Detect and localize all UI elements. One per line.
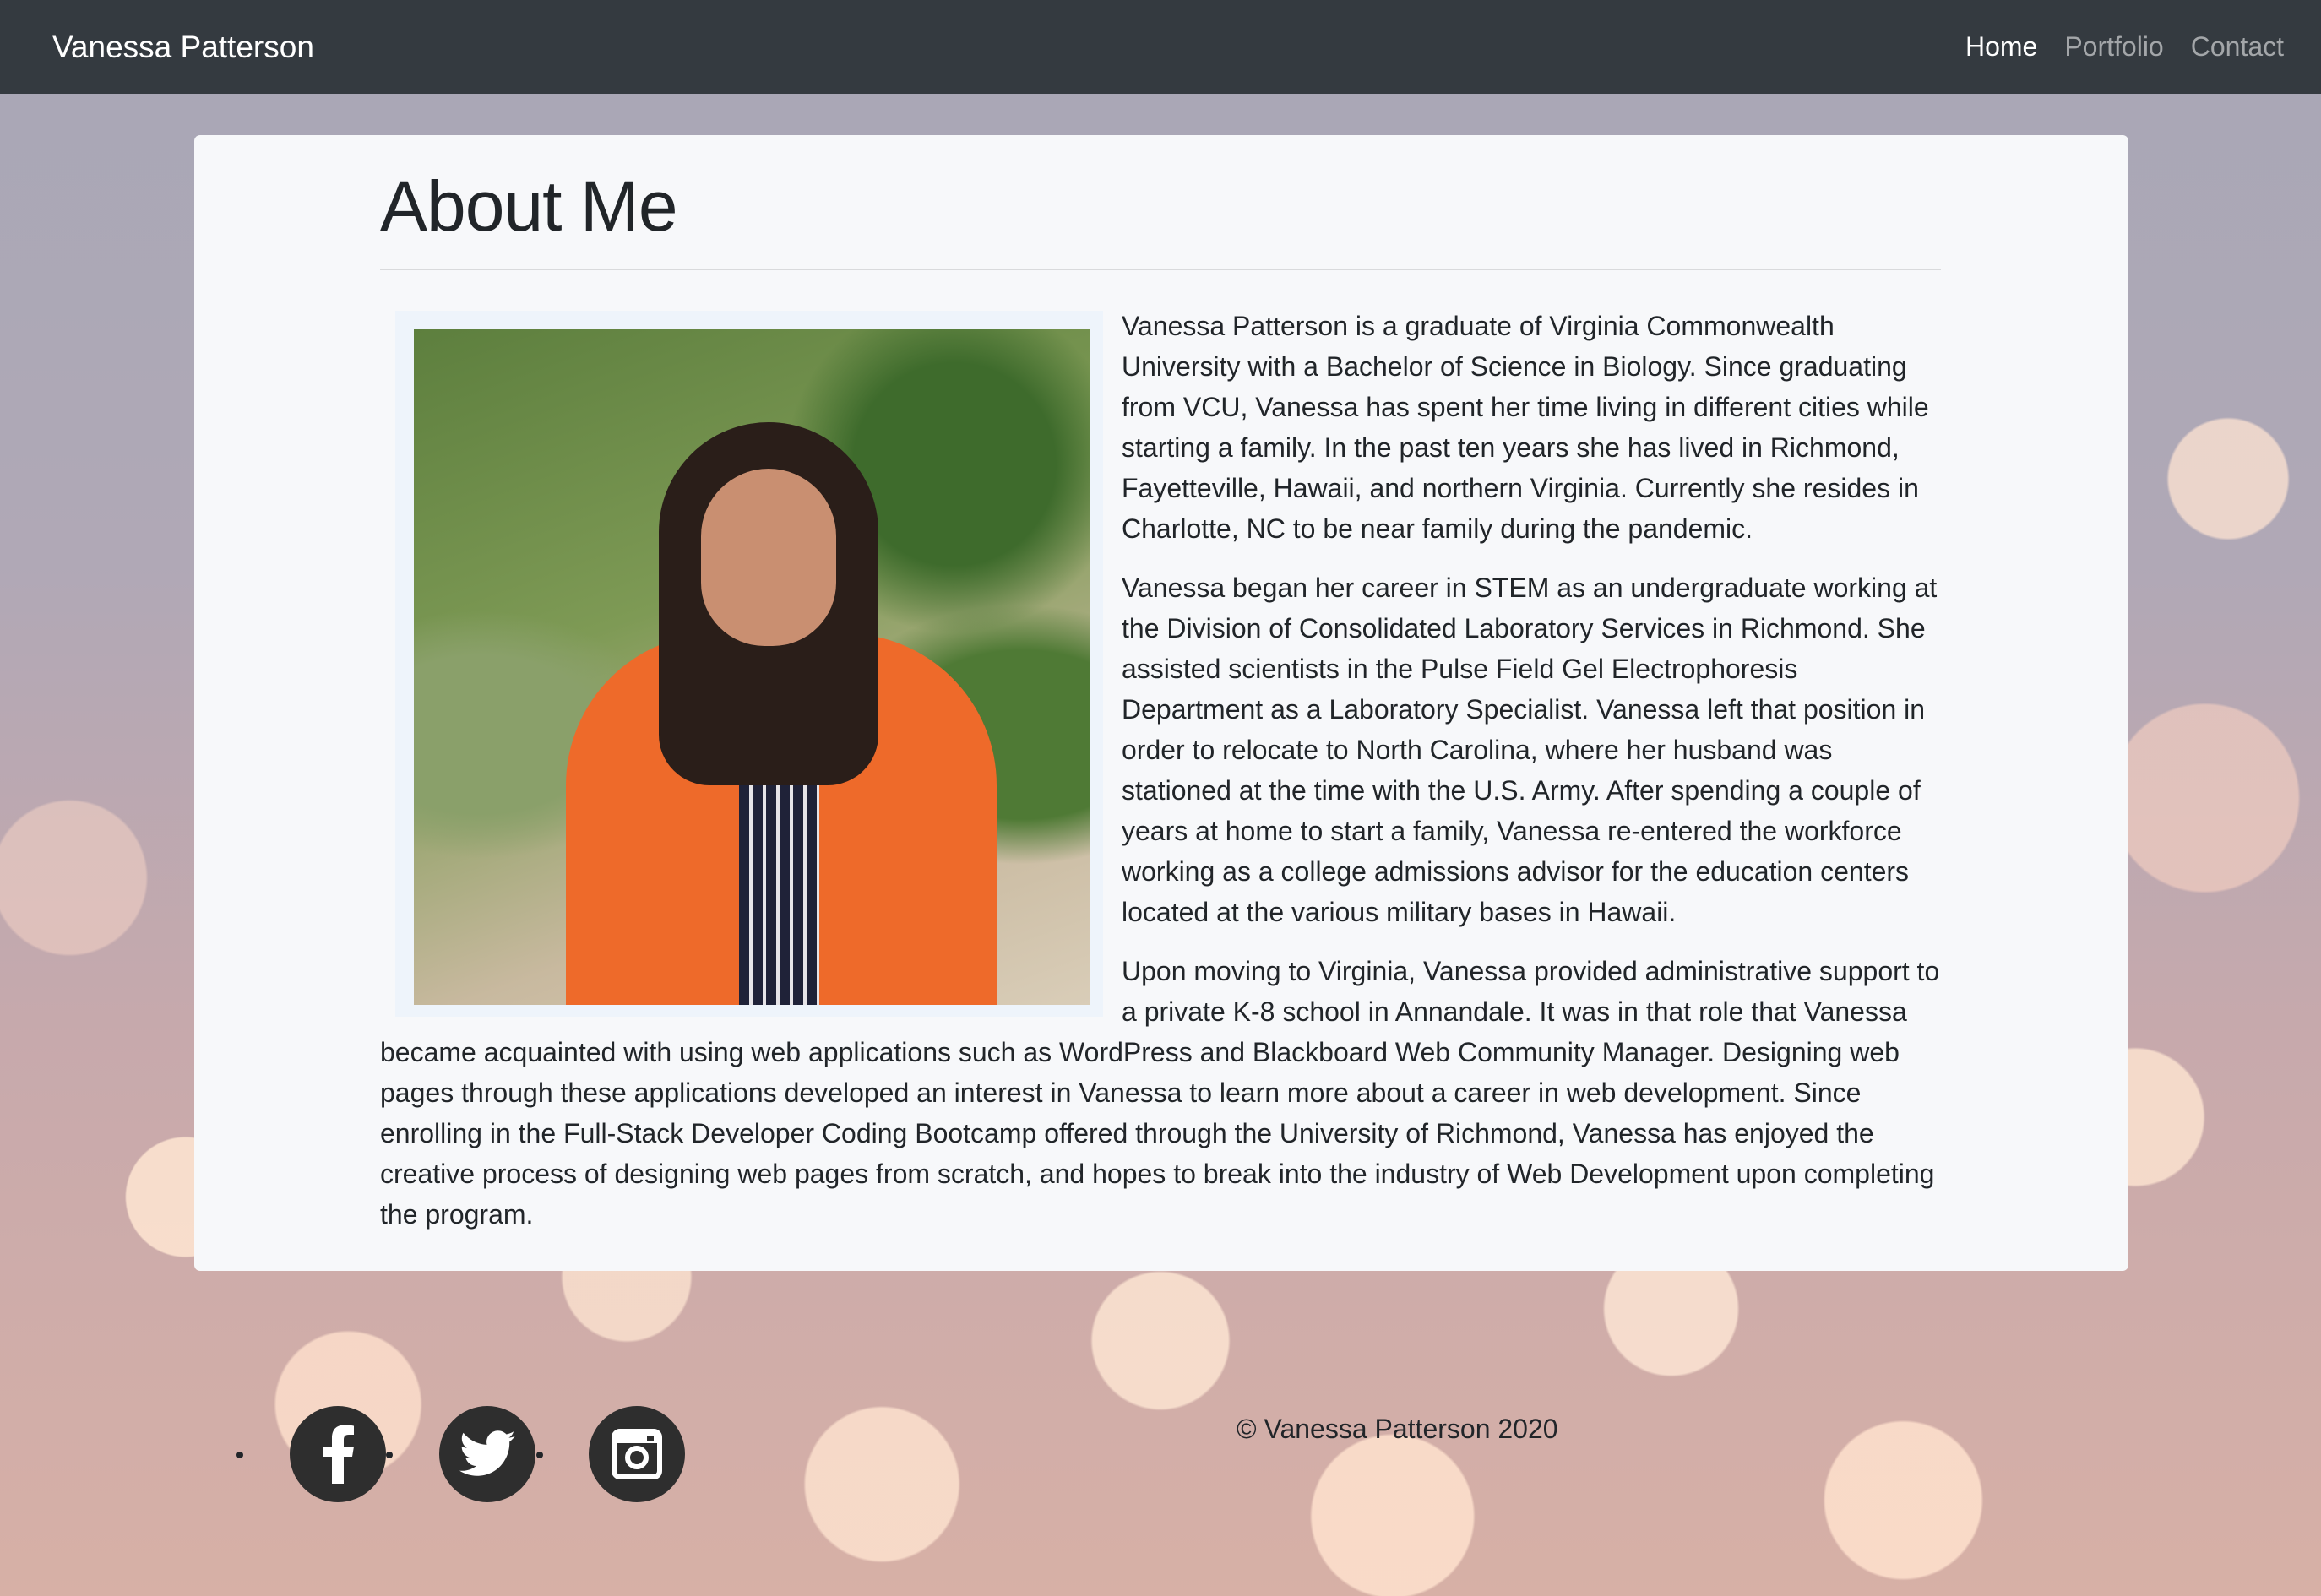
nav-contact-link[interactable]: Contact [2177,31,2297,62]
navbar: Vanessa Patterson Home Portfolio Contact [0,0,2321,94]
list-bullet [536,1452,543,1458]
about-card: About Me Vanessa Patterson is a graduate… [194,135,2128,1271]
twitter-icon[interactable] [439,1406,535,1502]
nav-links: Home Portfolio Contact [1952,31,2297,62]
list-bullet [386,1452,393,1458]
title-divider [380,269,1941,271]
profile-photo [414,329,1090,1006]
profile-photo-frame [395,311,1103,1018]
brand-name[interactable]: Vanessa Patterson [52,30,314,65]
page-title: About Me [380,166,678,246]
nav-portfolio-link[interactable]: Portfolio [2051,31,2177,62]
about-content: About Me Vanessa Patterson is a graduate… [380,135,1941,1253]
social-links [0,1406,760,1516]
copyright-text: © Vanessa Patterson 2020 [1237,1414,1558,1444]
instagram-icon[interactable] [589,1406,685,1502]
list-bullet [236,1452,243,1458]
facebook-icon[interactable] [290,1406,386,1502]
nav-home-link[interactable]: Home [1952,31,2051,62]
